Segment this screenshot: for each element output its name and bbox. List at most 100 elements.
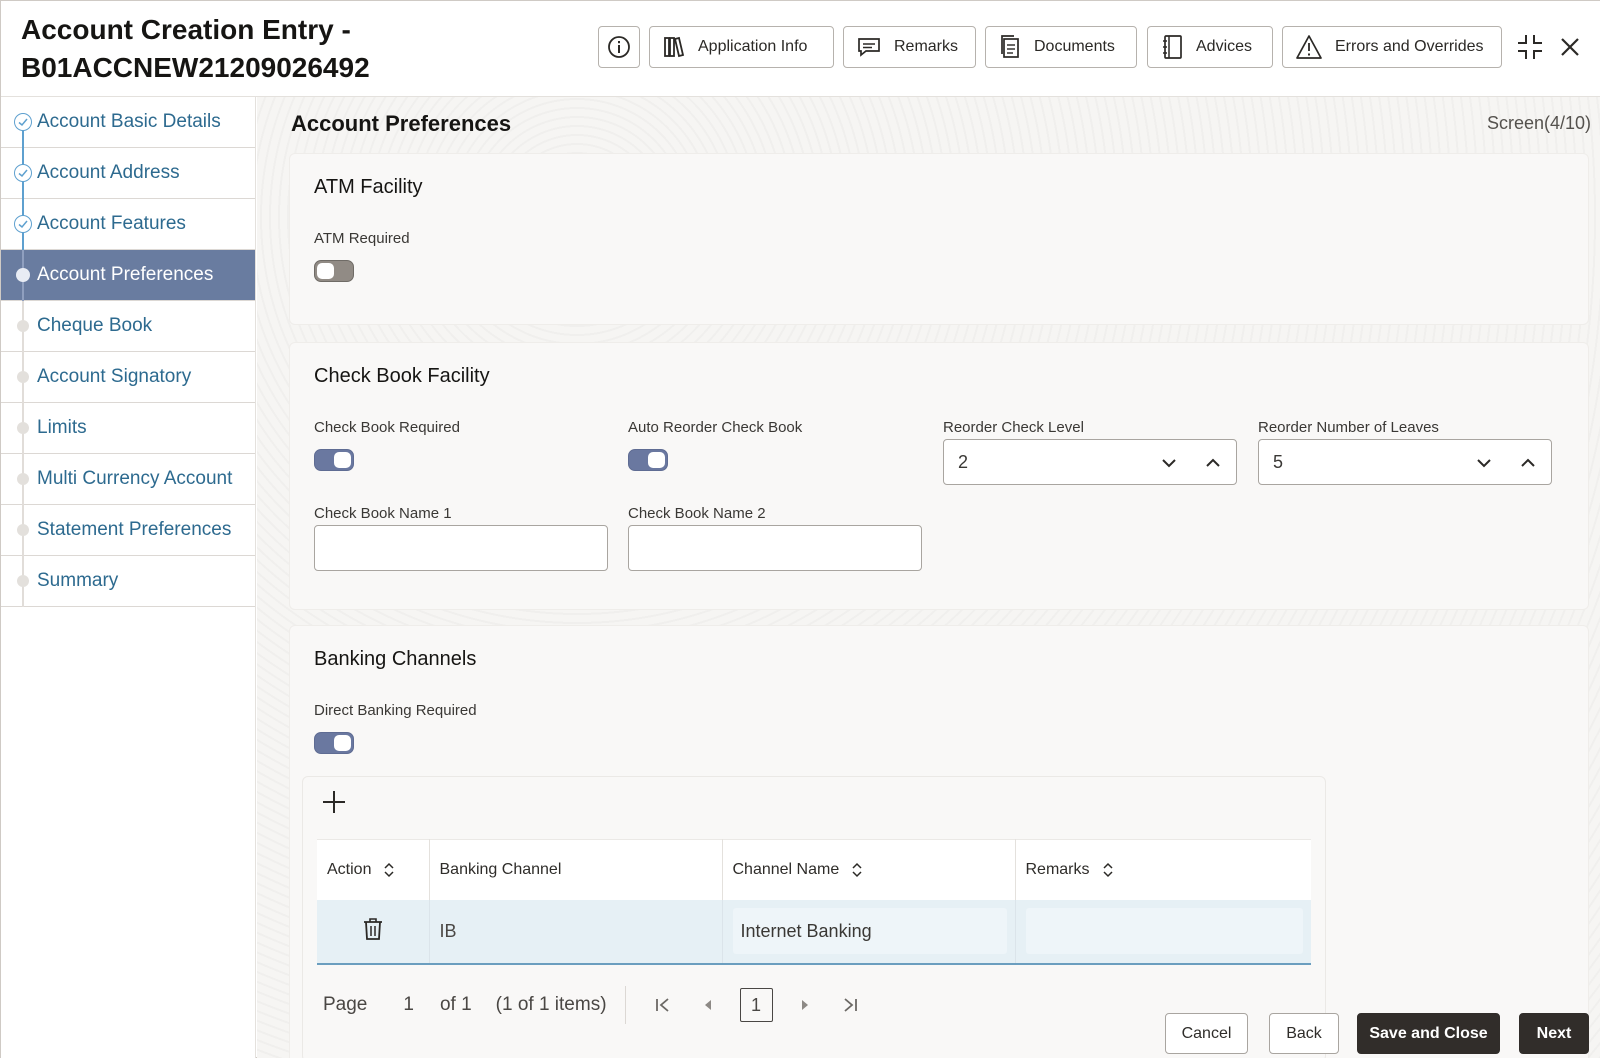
sidebar-item-account-address[interactable]: Account Address <box>1 148 255 199</box>
cancel-button[interactable]: Cancel <box>1165 1013 1248 1054</box>
documents-label: Documents <box>1034 38 1115 55</box>
banking-channels-title: Banking Channels <box>314 648 477 670</box>
first-page-icon[interactable] <box>654 996 672 1014</box>
sort-icon[interactable] <box>851 862 863 878</box>
column-header-banking-channel[interactable]: Banking Channel <box>429 839 723 900</box>
pending-step-icon <box>17 371 29 383</box>
sidebar-item-account-signatory[interactable]: Account Signatory <box>1 352 255 403</box>
current-page-input[interactable]: 1 <box>739 988 773 1022</box>
pending-step-icon <box>17 524 29 536</box>
check-circle-icon <box>14 113 32 131</box>
books-icon <box>664 36 685 58</box>
sidebar-item-account-features[interactable]: Account Features <box>1 199 255 250</box>
row-remarks-cell <box>1015 899 1311 965</box>
sidebar-item-label: Account Basic Details <box>37 111 221 132</box>
sidebar-item-label: Summary <box>37 570 119 591</box>
auto-reorder-toggle[interactable] <box>628 449 668 471</box>
banking-channels-table: Action Banking Channel Channel Name Rema… <box>317 839 1311 965</box>
sort-icon[interactable] <box>383 862 395 878</box>
sidebar-item-label: Statement Preferences <box>37 519 232 540</box>
sidebar-item-multi-currency-account[interactable]: Multi Currency Account <box>1 454 255 505</box>
column-label: Remarks <box>1025 860 1090 878</box>
check-book-name-2-label: Check Book Name 2 <box>628 505 766 522</box>
last-page-icon[interactable] <box>841 996 859 1014</box>
section-title: Account Preferences <box>291 111 512 136</box>
column-label: Banking Channel <box>439 860 562 878</box>
channel-name-field[interactable]: Internet Banking <box>732 908 1007 954</box>
sidebar-item-label: Cheque Book <box>37 315 153 336</box>
check-book-required-toggle[interactable] <box>314 449 354 471</box>
chevron-down-icon[interactable] <box>1473 452 1495 474</box>
notebook-icon <box>1163 35 1182 59</box>
sidebar-item-label: Multi Currency Account <box>37 468 233 489</box>
reorder-check-level-value: 2 <box>958 452 969 472</box>
row-action-cell <box>317 899 430 965</box>
atm-facility-card: ATM Facility ATM Required <box>289 153 1589 325</box>
pending-step-icon <box>17 320 29 332</box>
column-header-remarks[interactable]: Remarks <box>1015 839 1311 900</box>
remarks-label: Remarks <box>894 38 959 55</box>
check-book-name-1-input[interactable] <box>314 525 608 571</box>
errors-overrides-label: Errors and Overrides <box>1335 38 1484 55</box>
next-button[interactable]: Next <box>1519 1013 1589 1054</box>
sidebar-item-account-basic-details[interactable]: Account Basic Details <box>1 97 255 148</box>
info-icon <box>608 36 630 58</box>
sidebar-item-label: Limits <box>37 417 87 438</box>
table-row[interactable]: IB Internet Banking <box>317 899 1311 965</box>
trash-icon[interactable] <box>361 916 385 942</box>
previous-page-icon[interactable] <box>702 998 714 1012</box>
check-book-facility-title: Check Book Facility <box>314 365 490 387</box>
table-header-row: Action Banking Channel Channel Name Rema… <box>317 839 1311 900</box>
advices-label: Advices <box>1196 38 1253 55</box>
column-label: Channel Name <box>732 860 840 878</box>
row-channel-name-cell: Internet Banking <box>722 899 1016 965</box>
sidebar-item-cheque-book[interactable]: Cheque Book <box>1 301 255 352</box>
errors-overrides-button[interactable]: Errors and Overrides <box>1282 26 1502 68</box>
minimize-icon[interactable] <box>1515 32 1545 62</box>
back-button[interactable]: Back <box>1269 1013 1339 1054</box>
check-circle-icon <box>14 164 32 182</box>
sidebar-item-limits[interactable]: Limits <box>1 403 255 454</box>
application-info-button[interactable]: Application Info <box>649 26 834 68</box>
direct-banking-label: Direct Banking Required <box>314 702 477 719</box>
pagination: Page 1 of 1 (1 of 1 items) 1 <box>323 983 869 1027</box>
next-page-icon[interactable] <box>799 998 811 1012</box>
pending-step-icon <box>17 575 29 587</box>
atm-required-label: ATM Required <box>314 230 410 247</box>
reorder-leaves-label: Reorder Number of Leaves <box>1258 419 1439 436</box>
application-info-label: Application Info <box>698 38 808 55</box>
chevron-down-icon[interactable] <box>1158 452 1180 474</box>
sidebar-item-label: Account Preferences <box>37 264 214 285</box>
check-book-facility-card: Check Book Facility Check Book Required … <box>289 342 1589 610</box>
warning-icon <box>1296 35 1322 59</box>
remarks-button[interactable]: Remarks <box>843 26 976 68</box>
chat-icon <box>858 38 880 57</box>
info-button[interactable] <box>598 26 640 68</box>
sidebar-item-statement-preferences[interactable]: Statement Preferences <box>1 505 255 556</box>
active-step-icon <box>16 268 30 282</box>
chevron-up-icon[interactable] <box>1517 452 1539 474</box>
save-and-close-button[interactable]: Save and Close <box>1357 1013 1500 1054</box>
remarks-field[interactable] <box>1025 908 1303 954</box>
reorder-check-level-label: Reorder Check Level <box>943 419 1084 436</box>
sidebar-item-account-preferences[interactable]: Account Preferences <box>1 250 255 301</box>
sidebar-item-summary[interactable]: Summary <box>1 556 255 607</box>
column-header-action[interactable]: Action <box>317 839 430 900</box>
add-icon[interactable] <box>321 789 347 815</box>
reorder-leaves-stepper[interactable]: 5 <box>1258 439 1552 485</box>
reorder-check-level-stepper[interactable]: 2 <box>943 439 1237 485</box>
advices-button[interactable]: Advices <box>1147 26 1273 68</box>
documents-button[interactable]: Documents <box>985 26 1137 68</box>
check-book-name-2-input[interactable] <box>628 525 922 571</box>
close-icon[interactable] <box>1557 34 1583 60</box>
page-label: Page <box>323 994 368 1015</box>
items-count: (1 of 1 items) <box>495 994 607 1015</box>
sort-icon[interactable] <box>1102 862 1114 878</box>
column-header-channel-name[interactable]: Channel Name <box>722 839 1016 900</box>
atm-required-toggle[interactable] <box>314 260 354 282</box>
chevron-up-icon[interactable] <box>1202 452 1224 474</box>
sidebar-nav: Account Basic Details Account Address Ac… <box>1 97 256 1058</box>
sidebar-item-label: Account Features <box>37 213 186 234</box>
direct-banking-toggle[interactable] <box>314 732 354 754</box>
banking-channels-card: Banking Channels Direct Banking Required… <box>289 625 1589 1058</box>
